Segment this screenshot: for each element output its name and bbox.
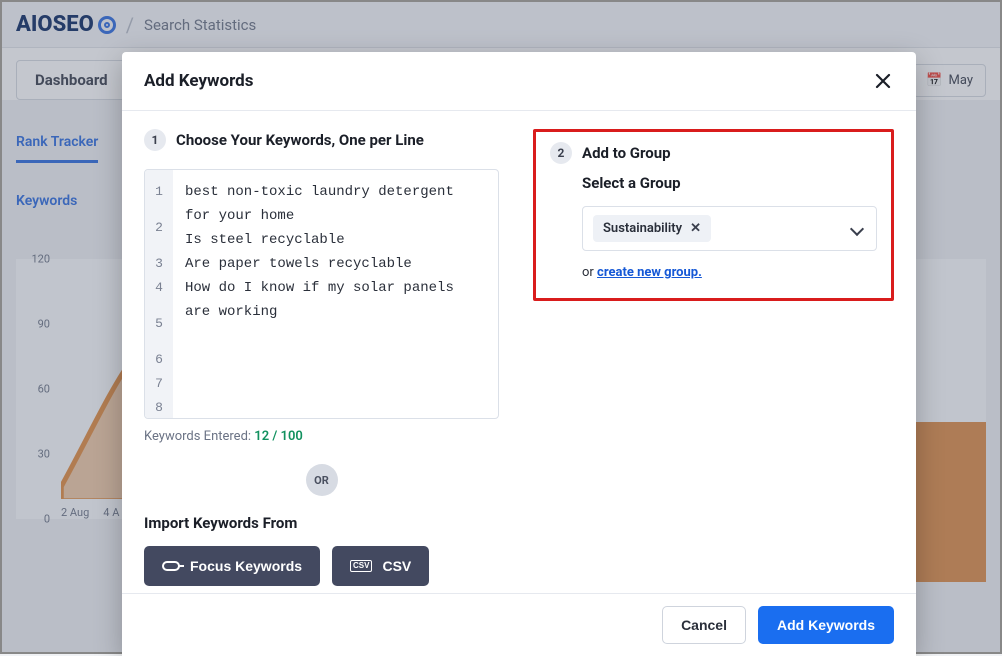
- step-1-header: 1 Choose Your Keywords, One per Line: [144, 129, 499, 151]
- focus-keywords-label: Focus Keywords: [190, 558, 302, 574]
- counter-value: 12 / 100: [254, 429, 303, 444]
- step-1-column: 1 Choose Your Keywords, One per Line 1 2…: [122, 129, 519, 593]
- key-icon: [162, 561, 180, 571]
- create-new-group-link[interactable]: create new group.: [597, 265, 702, 280]
- line-number: 8: [145, 396, 173, 419]
- add-keywords-modal: Add Keywords 1 Choose Your Keywords, One…: [122, 52, 916, 656]
- add-keywords-button[interactable]: Add Keywords: [758, 606, 894, 644]
- line-number: 6: [145, 348, 173, 372]
- step-number-1: 1: [144, 129, 166, 151]
- keywords-editor[interactable]: 1 2 3 4 5 6 7 8 best non-toxic laundry d…: [144, 169, 499, 419]
- or-badge: OR: [306, 464, 338, 496]
- keywords-textarea[interactable]: best non-toxic laundry detergent for you…: [173, 170, 498, 418]
- line-gutter: 1 2 3 4 5 6 7 8: [145, 170, 173, 418]
- keywords-counter: Keywords Entered: 12 / 100: [144, 429, 499, 444]
- close-button[interactable]: [872, 70, 894, 92]
- modal-title: Add Keywords: [144, 71, 253, 91]
- csv-button[interactable]: CSV CSV: [332, 546, 429, 586]
- select-group-heading: Select a Group: [582, 174, 877, 192]
- step-2-title: Add to Group: [582, 144, 671, 162]
- or-create-row: or create new group.: [582, 265, 877, 280]
- line-number: 4: [145, 276, 173, 300]
- step-2-column: 2 Add to Group Select a Group Sustainabi…: [519, 129, 916, 593]
- step-number-2: 2: [550, 142, 572, 164]
- modal-footer: Cancel Add Keywords: [122, 593, 916, 656]
- counter-label: Keywords Entered:: [144, 429, 254, 444]
- line-number: 1: [145, 180, 173, 204]
- line-number: 2: [145, 204, 173, 252]
- modal-header: Add Keywords: [122, 52, 916, 111]
- step-2-header: 2 Add to Group: [550, 142, 877, 164]
- focus-keywords-button[interactable]: Focus Keywords: [144, 546, 320, 586]
- csv-icon: CSV: [350, 560, 372, 572]
- chip-remove-icon[interactable]: ✕: [690, 221, 701, 236]
- line-number: 3: [145, 252, 173, 276]
- close-icon: [875, 73, 891, 89]
- or-text: or: [582, 265, 597, 280]
- import-buttons: Focus Keywords CSV CSV: [144, 546, 499, 586]
- selected-group-chip: Sustainability ✕: [593, 215, 711, 242]
- step-2-highlight-box: 2 Add to Group Select a Group Sustainabi…: [533, 129, 894, 301]
- line-number: 7: [145, 372, 173, 396]
- chevron-down-icon: [850, 221, 864, 235]
- cancel-button[interactable]: Cancel: [662, 606, 746, 644]
- csv-label: CSV: [382, 558, 411, 574]
- step-1-title: Choose Your Keywords, One per Line: [176, 131, 424, 149]
- modal-body: 1 Choose Your Keywords, One per Line 1 2…: [122, 111, 916, 593]
- line-number: 5: [145, 300, 173, 348]
- group-select-dropdown[interactable]: Sustainability ✕: [582, 206, 877, 251]
- or-separator: OR: [144, 464, 499, 496]
- chip-label: Sustainability: [603, 221, 682, 236]
- import-heading: Import Keywords From: [144, 514, 499, 532]
